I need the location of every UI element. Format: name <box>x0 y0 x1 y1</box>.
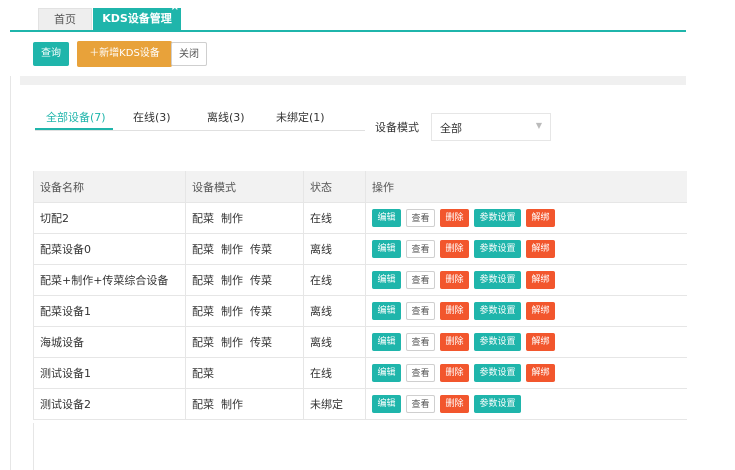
cell-device-mode: 配菜 制作 <box>185 202 304 234</box>
parameter-settings-button[interactable]: 参数设置 <box>474 302 521 320</box>
tab-kds-label: KDS设备管理 <box>102 12 172 25</box>
cell-device-name: 配菜设备1 <box>33 295 186 327</box>
cell-device-mode: 配菜 制作 传菜 <box>185 295 304 327</box>
delete-button[interactable]: 删除 <box>440 364 469 382</box>
edit-button[interactable]: 编辑 <box>372 364 401 382</box>
cell-status: 离线 <box>303 233 366 265</box>
tab-bar: 首页 KDS设备管理 × <box>0 0 686 32</box>
cell-status: 离线 <box>303 326 366 358</box>
cell-device-mode: 配菜 <box>185 357 304 389</box>
header-actions: 操作 <box>365 171 687 203</box>
status-tab-unbound[interactable]: 未绑定(1) <box>276 108 325 128</box>
cell-device-name: 测试设备1 <box>33 357 186 389</box>
query-button[interactable]: 查询 <box>33 42 69 66</box>
close-icon[interactable]: × <box>171 2 179 14</box>
cell-status: 在线 <box>303 357 366 389</box>
table-row: 配菜设备1 配菜 制作 传菜 离线 编辑 查看 删除 参数设置 解绑 <box>33 295 687 327</box>
edit-button[interactable]: 编辑 <box>372 209 401 227</box>
edit-button[interactable]: 编辑 <box>372 333 401 351</box>
status-tab-offline[interactable]: 离线(3) <box>207 108 245 128</box>
delete-button[interactable]: 删除 <box>440 333 469 351</box>
parameter-settings-button[interactable]: 参数设置 <box>474 395 521 413</box>
cell-status: 在线 <box>303 202 366 234</box>
cell-status: 在线 <box>303 264 366 296</box>
cell-device-mode: 配菜 制作 传菜 <box>185 233 304 265</box>
view-button[interactable]: 查看 <box>406 209 435 227</box>
unbind-button[interactable]: 解绑 <box>526 364 555 382</box>
cell-actions: 编辑 查看 删除 参数设置 解绑 <box>365 326 687 358</box>
cell-actions: 编辑 查看 删除 参数设置 解绑 <box>365 295 687 327</box>
edit-button[interactable]: 编辑 <box>372 395 401 413</box>
edit-button[interactable]: 编辑 <box>372 302 401 320</box>
toolbar: 查询 ＋新增KDS设备 关闭 <box>10 32 686 76</box>
cell-device-name: 测试设备2 <box>33 388 186 420</box>
cell-device-name: 切配2 <box>33 202 186 234</box>
cell-actions: 编辑 查看 删除 参数设置 解绑 <box>365 264 687 296</box>
cell-status: 离线 <box>303 295 366 327</box>
cell-device-name: 配菜+制作+传菜综合设备 <box>33 264 186 296</box>
table-row: 测试设备1 配菜 在线 编辑 查看 删除 参数设置 解绑 <box>33 357 687 389</box>
tab-home[interactable]: 首页 <box>38 8 92 30</box>
table-body: 切配2 配菜 制作 在线 编辑 查看 删除 参数设置 解绑 配菜设备0 配菜 制作 传菜 离线 编辑查… <box>33 202 687 420</box>
add-kds-device-button[interactable]: ＋新增KDS设备 <box>77 41 172 67</box>
header-device-mode: 设备模式 <box>185 171 304 203</box>
view-button[interactable]: 查看 <box>406 271 435 289</box>
view-button[interactable]: 查看 <box>406 395 435 413</box>
cell-status: 未绑定 <box>303 388 366 420</box>
edit-button[interactable]: 编辑 <box>372 271 401 289</box>
device-mode-label: 设备模式 <box>375 121 419 134</box>
status-tab-online[interactable]: 在线(3) <box>133 108 171 128</box>
tab-home-label: 首页 <box>54 13 76 26</box>
status-tab-all[interactable]: 全部设备(7) <box>46 108 106 128</box>
view-button[interactable]: 查看 <box>406 240 435 258</box>
view-button[interactable]: 查看 <box>406 333 435 351</box>
delete-button[interactable]: 删除 <box>440 302 469 320</box>
parameter-settings-button[interactable]: 参数设置 <box>474 209 521 227</box>
cell-actions: 编辑 查看 删除 参数设置 <box>365 388 687 420</box>
unbind-button[interactable]: 解绑 <box>526 302 555 320</box>
table-row: 配菜设备0 配菜 制作 传菜 离线 编辑 查看 删除 参数设置 解绑 <box>33 233 687 265</box>
cell-device-mode: 配菜 制作 传菜 <box>185 264 304 296</box>
left-border <box>10 32 11 470</box>
table-header-row: 设备名称 设备模式 状态 操作 <box>33 171 687 203</box>
cell-device-mode: 配菜 制作 <box>185 388 304 420</box>
device-mode-value: 全部 <box>440 122 462 135</box>
device-table: 设备名称 设备模式 状态 操作 切配2 配菜 制作 在线 编辑 查看 删除 参数设置 解绑 配菜… <box>33 171 687 420</box>
delete-button[interactable]: 删除 <box>440 271 469 289</box>
cell-device-name: 配菜设备0 <box>33 233 186 265</box>
close-button[interactable]: 关闭 <box>171 42 207 66</box>
view-button[interactable]: 查看 <box>406 302 435 320</box>
device-mode-select[interactable]: 全部 ▼ <box>431 113 551 141</box>
header-device-name: 设备名称 <box>33 171 186 203</box>
tab-kds-device-management[interactable]: KDS设备管理 × <box>93 2 181 30</box>
cell-actions: 编辑 查看 删除 参数设置 解绑 <box>365 202 687 234</box>
unbind-button[interactable]: 解绑 <box>526 333 555 351</box>
parameter-settings-button[interactable]: 参数设置 <box>474 240 521 258</box>
table-row: 配菜+制作+传菜综合设备 配菜 制作 传菜 在线 编辑 查看 删除 参数设置 解绑 <box>33 264 687 296</box>
unbind-button[interactable]: 解绑 <box>526 240 555 258</box>
cell-device-name: 海城设备 <box>33 326 186 358</box>
unbind-button[interactable]: 解绑 <box>526 209 555 227</box>
table-left-border <box>33 423 34 470</box>
header-status: 状态 <box>303 171 366 203</box>
cell-device-mode: 配菜 制作 传菜 <box>185 326 304 358</box>
status-tabs-baseline <box>35 130 365 131</box>
parameter-settings-button[interactable]: 参数设置 <box>474 333 521 351</box>
caret-down-icon: ▼ <box>535 121 542 130</box>
table-row: 测试设备2 配菜 制作 未绑定 编辑 查看 删除 参数设置 <box>33 388 687 420</box>
active-tab-indicator <box>35 128 113 130</box>
table-row: 海城设备 配菜 制作 传菜 离线 编辑 查看 删除 参数设置 解绑 <box>33 326 687 358</box>
cell-actions: 编辑 查看 删除 参数设置 解绑 <box>365 233 687 265</box>
parameter-settings-button[interactable]: 参数设置 <box>474 271 521 289</box>
parameter-settings-button[interactable]: 参数设置 <box>474 364 521 382</box>
delete-button[interactable]: 删除 <box>440 240 469 258</box>
table-row: 切配2 配菜 制作 在线 编辑 查看 删除 参数设置 解绑 <box>33 202 687 234</box>
cell-actions: 编辑 查看 删除 参数设置 解绑 <box>365 357 687 389</box>
view-button[interactable]: 查看 <box>406 364 435 382</box>
unbind-button[interactable]: 解绑 <box>526 271 555 289</box>
section-divider <box>20 76 686 85</box>
delete-button[interactable]: 删除 <box>440 209 469 227</box>
delete-button[interactable]: 删除 <box>440 395 469 413</box>
edit-button[interactable]: 编辑 <box>372 240 401 258</box>
